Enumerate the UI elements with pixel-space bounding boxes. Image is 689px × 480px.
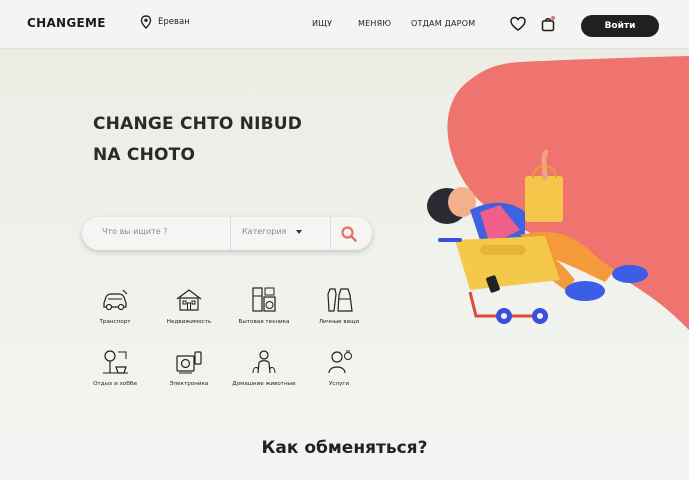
category-label: Недвижимость bbox=[166, 319, 212, 325]
clothes-icon bbox=[327, 288, 353, 312]
search-divider bbox=[230, 217, 231, 250]
location-label: Ереван bbox=[158, 17, 190, 27]
category-label: Услуги bbox=[329, 381, 349, 387]
search-input[interactable]: Что вы ищите ? bbox=[102, 227, 167, 236]
category-transport[interactable]: Транспорт bbox=[80, 285, 150, 326]
house-icon bbox=[176, 289, 202, 311]
search-bar: Что вы ищите ? Категория bbox=[82, 217, 372, 250]
category-select[interactable]: Категория bbox=[242, 227, 303, 236]
nav-search[interactable]: ИЩУ bbox=[312, 19, 332, 28]
search-divider-2 bbox=[330, 217, 331, 250]
category-personal[interactable]: Личные вещи bbox=[304, 285, 374, 326]
hero-headline: CHANGE CHTO NIBUD NA CHOTO bbox=[93, 109, 302, 171]
headline-line-2: NA CHOTO bbox=[93, 145, 196, 165]
how-to-exchange-title: Как обменяться? bbox=[261, 438, 428, 458]
location-pin-icon bbox=[140, 15, 152, 29]
nav-giveaway[interactable]: ОТДАМ ДАРОМ bbox=[411, 19, 475, 28]
category-leisure[interactable]: Отдых и хобби bbox=[80, 347, 150, 388]
category-label: Транспорт bbox=[99, 319, 131, 325]
category-appliances[interactable]: Бытовая техника bbox=[229, 285, 299, 326]
headline-line-1: CHANGE CHTO NIBUD bbox=[93, 114, 303, 134]
caret-down-icon bbox=[296, 229, 303, 234]
category-label: Личные вещи bbox=[318, 319, 360, 325]
category-electronics[interactable]: Электроника bbox=[154, 347, 224, 388]
page: CHANGEME Ереван ИЩУ МЕНЯЮ ОТДАМ ДАРОМ Во… bbox=[0, 0, 689, 480]
services-icon bbox=[328, 350, 352, 374]
login-button[interactable]: Войти bbox=[581, 15, 659, 37]
location-selector[interactable]: Ереван bbox=[140, 15, 190, 29]
category-label: Бытовая техника bbox=[238, 319, 290, 325]
electronics-icon bbox=[176, 351, 202, 374]
category-pets[interactable]: Домашние животные bbox=[229, 347, 299, 388]
heart-icon[interactable] bbox=[509, 15, 527, 33]
category-label: Категория bbox=[242, 227, 287, 236]
category-label: Отдых и хобби bbox=[93, 381, 137, 387]
category-label: Домашние животные bbox=[232, 381, 296, 387]
logo[interactable]: CHANGEME bbox=[27, 16, 106, 30]
cart-badge bbox=[551, 16, 555, 20]
car-icon bbox=[103, 289, 128, 311]
leisure-icon bbox=[103, 350, 128, 374]
appliances-icon bbox=[252, 287, 276, 312]
search-icon[interactable] bbox=[340, 225, 358, 243]
header: CHANGEME Ереван ИЩУ МЕНЯЮ ОТДАМ ДАРОМ Во… bbox=[0, 0, 689, 49]
pets-icon bbox=[252, 350, 276, 374]
category-label: Электроника bbox=[169, 381, 209, 387]
category-services[interactable]: Услуги bbox=[304, 347, 374, 388]
nav-exchange[interactable]: МЕНЯЮ bbox=[358, 19, 391, 28]
category-realty[interactable]: Недвижимость bbox=[154, 285, 224, 326]
